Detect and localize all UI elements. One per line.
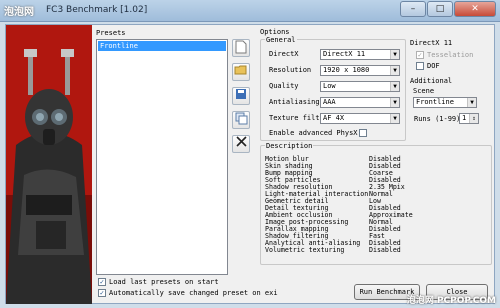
auto-save-label: Automatically save changed preset on exi: [109, 289, 278, 297]
resolution-select[interactable]: 1920 x 1080 ▼: [320, 65, 400, 76]
tessellation-checkbox[interactable]: ✓: [416, 51, 424, 59]
physx-label: Enable advanced PhysX: [269, 129, 358, 137]
preset-item-frontline[interactable]: Frontline: [98, 41, 226, 51]
quality-value: Low: [323, 82, 336, 90]
runs-label: Runs (1-99): [414, 115, 461, 123]
texture-filter-value: AF 4X: [323, 114, 345, 122]
dx11-group-title: DirectX 11: [410, 39, 453, 47]
spinner-arrows-icon[interactable]: ⇕: [469, 114, 478, 123]
tessellation-row: ✓ Tesselation: [416, 51, 473, 59]
minimize-button[interactable]: –: [400, 1, 426, 17]
scene-value: Frontline: [416, 98, 454, 106]
dof-checkbox[interactable]: [416, 62, 424, 70]
options-label: Options: [260, 28, 290, 36]
preset-toolbar: [232, 39, 250, 159]
description-list: Motion blur Disabled Skin shading Disabled…: [265, 156, 495, 254]
description-title: Description: [265, 142, 314, 150]
watermark-footer: 泡泡网 PCPOP.COM: [406, 296, 496, 306]
copy-icon[interactable]: [232, 111, 250, 129]
close-window-button[interactable]: ✕: [454, 1, 496, 17]
texture-filter-select[interactable]: AF 4X ▼: [320, 113, 400, 124]
directx-value: DirectX 11: [323, 50, 366, 58]
directx-label: DirectX: [269, 50, 299, 58]
chevron-down-icon: ▼: [467, 98, 476, 107]
presets-label: Presets: [96, 29, 126, 37]
runs-value: 1: [462, 114, 467, 122]
directx-select[interactable]: DirectX 11 ▼: [320, 49, 400, 60]
general-group: General DirectX DirectX 11 ▼ Resolution …: [260, 36, 406, 141]
chevron-down-icon: ▼: [390, 98, 399, 107]
load-last-row: ✓ Load last presets on start: [98, 278, 219, 286]
description-row: Volumetric texturing Disabled: [265, 246, 401, 254]
dof-label: DOF: [427, 62, 440, 70]
chevron-down-icon: ▼: [390, 66, 399, 75]
auto-save-row: ✓ Automatically save changed preset on e…: [98, 289, 278, 297]
window-controls: – □ ✕: [400, 1, 496, 17]
resolution-value: 1920 x 1080: [323, 66, 370, 74]
main-window: Presets Frontline ✓ Load last presets on…: [5, 24, 495, 304]
antialiasing-select[interactable]: AAA ▼: [320, 97, 400, 108]
scene-label: Scene: [413, 87, 435, 95]
scene-select[interactable]: Frontline ▼: [413, 97, 477, 108]
load-last-label: Load last presets on start: [109, 278, 219, 286]
new-document-icon[interactable]: [232, 39, 250, 57]
window-title: FC3 Benchmark [1.02]: [46, 5, 148, 15]
additional-group-title: Additional: [410, 77, 453, 85]
auto-save-checkbox[interactable]: ✓: [98, 289, 106, 297]
tessellation-label: Tesselation: [427, 51, 474, 59]
delete-x-icon[interactable]: [232, 135, 250, 153]
quality-label: Quality: [269, 82, 299, 90]
title-bar: 泡泡网 FC3 Benchmark [1.02] – □ ✕: [0, 0, 500, 22]
chevron-down-icon: ▼: [390, 82, 399, 91]
chevron-down-icon: ▼: [390, 114, 399, 123]
open-folder-icon[interactable]: [232, 63, 250, 81]
presets-list[interactable]: Frontline: [96, 39, 228, 275]
maximize-button[interactable]: □: [427, 1, 453, 17]
soldier-artwork: [6, 25, 92, 304]
watermark-logo: 泡泡网: [4, 7, 34, 18]
dof-row: DOF: [416, 62, 440, 70]
physx-checkbox[interactable]: [359, 129, 367, 137]
antialiasing-value: AAA: [323, 98, 336, 106]
chevron-down-icon: ▼: [390, 50, 399, 59]
general-group-title: General: [265, 36, 297, 44]
resolution-label: Resolution: [269, 66, 312, 74]
description-group: Description Motion blur Disabled Skin sha…: [260, 142, 495, 265]
antialiasing-label: Antialiasing: [269, 98, 320, 106]
load-last-checkbox[interactable]: ✓: [98, 278, 106, 286]
runs-spinner[interactable]: 1 ⇕: [459, 113, 479, 124]
quality-select[interactable]: Low ▼: [320, 81, 400, 92]
save-disk-icon[interactable]: [232, 87, 250, 105]
